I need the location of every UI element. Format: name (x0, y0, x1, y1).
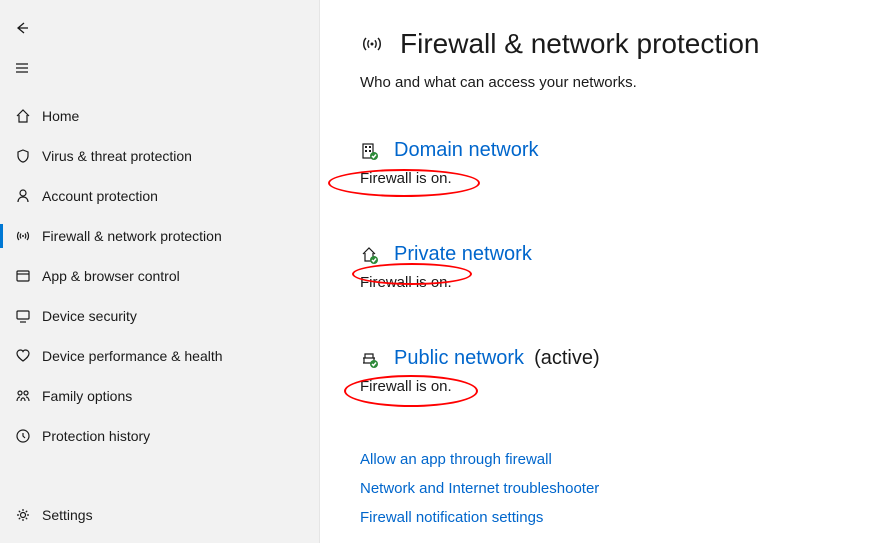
gear-icon (14, 507, 32, 523)
domain-network-link[interactable]: Domain network (394, 139, 539, 162)
shield-icon (14, 148, 32, 164)
sidebar-item-account[interactable]: Account protection (0, 176, 319, 216)
sidebar-item-label: App & browser control (42, 268, 180, 284)
hamburger-icon (14, 60, 30, 76)
home-icon (14, 108, 32, 124)
network-block-private: Private network Firewall is on. (360, 243, 872, 291)
sidebar-item-label: Virus & threat protection (42, 148, 192, 164)
sidebar-item-label: Family options (42, 388, 132, 404)
public-network-link[interactable]: Public network (394, 347, 524, 370)
arrow-left-icon (14, 20, 30, 36)
sidebar-item-performance[interactable]: Device performance & health (0, 336, 319, 376)
sidebar-item-label: Device performance & health (42, 348, 223, 364)
device-icon (14, 308, 32, 324)
sidebar-bottom: Settings (0, 495, 319, 543)
page-title: Firewall & network protection (400, 28, 759, 60)
network-block-domain: Domain network Firewall is on. (360, 139, 872, 187)
house-check-icon (360, 245, 380, 265)
sidebar-item-firewall[interactable]: Firewall & network protection (0, 216, 319, 256)
sidebar-item-label: Device security (42, 308, 137, 324)
link-list: Allow an app through firewall Network an… (360, 451, 872, 526)
sidebar-item-virus[interactable]: Virus & threat protection (0, 136, 319, 176)
person-icon (14, 188, 32, 204)
troubleshooter-link[interactable]: Network and Internet troubleshooter (360, 480, 872, 497)
nav-list: Home Virus & threat protection Account p… (0, 96, 319, 495)
allow-app-link[interactable]: Allow an app through firewall (360, 451, 872, 468)
network-status: Firewall is on. (360, 170, 872, 187)
sidebar-item-device-security[interactable]: Device security (0, 296, 319, 336)
sidebar-item-label: Settings (42, 507, 93, 523)
network-status: Firewall is on. (360, 378, 872, 395)
back-button[interactable] (0, 8, 44, 48)
sidebar-item-settings[interactable]: Settings (0, 495, 319, 535)
notification-settings-link[interactable]: Firewall notification settings (360, 509, 872, 526)
network-block-public: Public network (active) Firewall is on. (360, 347, 872, 395)
sidebar-item-app-browser[interactable]: App & browser control (0, 256, 319, 296)
app-icon (14, 268, 32, 284)
sidebar-item-label: Protection history (42, 428, 150, 444)
broadcast-icon (14, 228, 32, 244)
sidebar-item-label: Account protection (42, 188, 158, 204)
menu-button[interactable] (0, 48, 44, 88)
building-check-icon (360, 141, 380, 161)
page-subtitle: Who and what can access your networks. (360, 74, 872, 91)
sidebar-item-history[interactable]: Protection history (0, 416, 319, 456)
broadcast-icon (360, 32, 384, 56)
heart-pulse-icon (14, 348, 32, 364)
bench-check-icon (360, 349, 380, 369)
sidebar-item-label: Firewall & network protection (42, 228, 222, 244)
sidebar-item-label: Home (42, 108, 79, 124)
sidebar-item-home[interactable]: Home (0, 96, 319, 136)
sidebar-item-family[interactable]: Family options (0, 376, 319, 416)
page-title-row: Firewall & network protection (360, 28, 872, 60)
history-icon (14, 428, 32, 444)
family-icon (14, 388, 32, 404)
active-label: (active) (534, 347, 600, 370)
network-status: Firewall is on. (360, 274, 872, 291)
sidebar: Home Virus & threat protection Account p… (0, 0, 320, 543)
main-content: Firewall & network protection Who and wh… (320, 0, 872, 543)
private-network-link[interactable]: Private network (394, 243, 532, 266)
